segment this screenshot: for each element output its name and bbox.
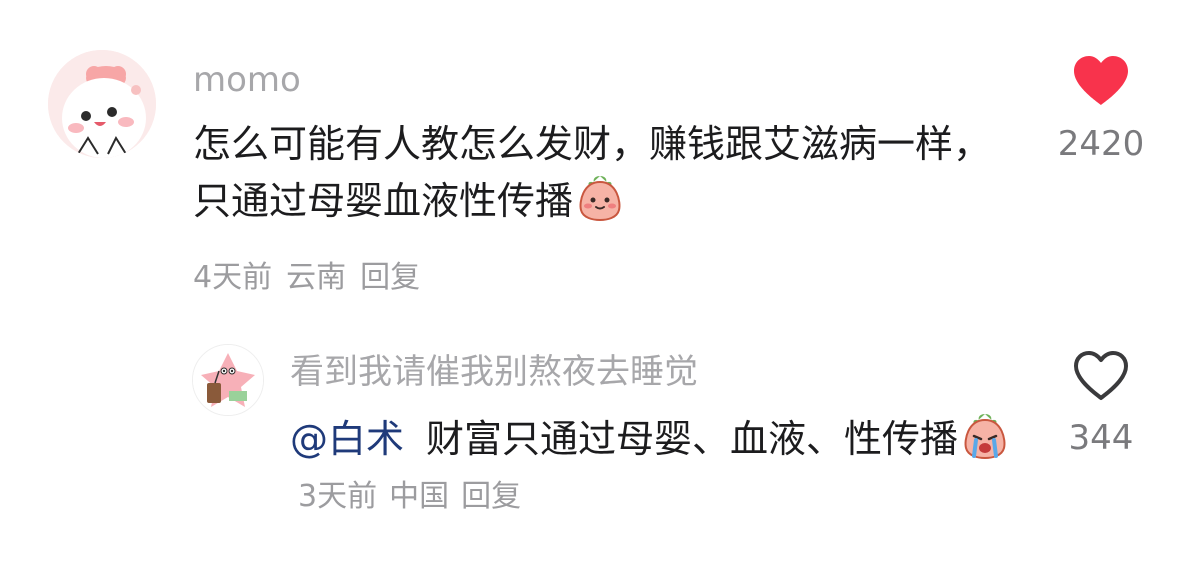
comment-avatar[interactable] — [48, 50, 156, 158]
comment-meta: 4天前 云南 回复 — [193, 258, 434, 298]
reply-username[interactable]: 看到我请催我别熬夜去睡觉 — [290, 352, 698, 392]
comment-location: 云南 — [286, 260, 347, 295]
reply-text: @白术 财富只通过母婴、血液、性传播 3天前 中国 回复 — [290, 410, 1020, 525]
comment-time: 4天前 — [193, 260, 273, 295]
reply-location: 中国 — [389, 479, 450, 514]
reply-body: 财富只通过母婴、血液、性传播 — [426, 417, 959, 461]
reply-button[interactable]: 回复 — [360, 260, 420, 295]
comment-text: 怎么可能有人教怎么发财，赚钱跟艾滋病一样，只通过母婴血液性传播 — [193, 116, 1023, 229]
patrick-star-avatar-icon — [193, 345, 263, 415]
heart-filled-icon[interactable] — [1072, 55, 1130, 107]
reply-like-count: 344 — [1068, 418, 1134, 458]
reply-avatar[interactable] — [192, 344, 264, 416]
reply-meta: 3天前 中国 回复 — [298, 479, 533, 514]
reply-time: 3天前 — [298, 479, 378, 514]
heart-outline-icon[interactable] — [1072, 350, 1130, 402]
reply-reply-button[interactable]: 回复 — [461, 479, 521, 514]
crying-peach-emoji-icon — [960, 410, 1010, 460]
mention-link[interactable]: @白术 — [290, 417, 404, 461]
cartoon-avatar-icon — [48, 50, 156, 158]
like-count: 2420 — [1057, 124, 1145, 164]
shy-peach-emoji-icon — [575, 172, 625, 222]
comment-username[interactable]: momo — [193, 60, 301, 100]
